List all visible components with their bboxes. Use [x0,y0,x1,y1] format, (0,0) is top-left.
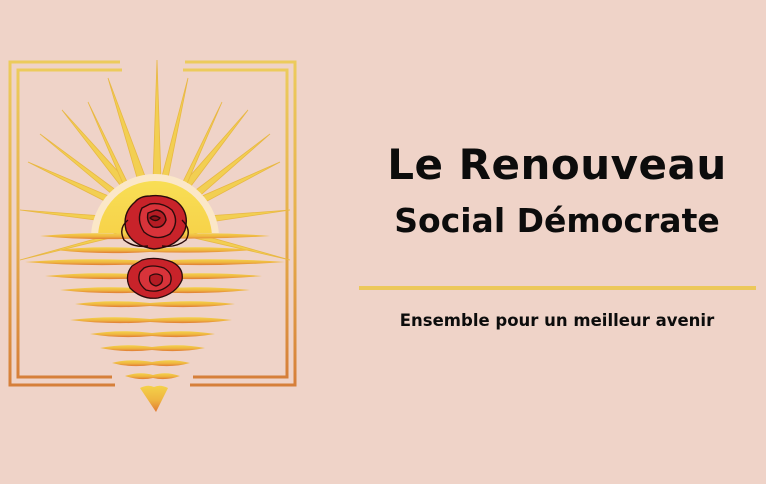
sunset-rose-logo-icon [8,59,297,412]
divider-line [359,286,756,290]
title-line-1: Le Renouveau [387,140,727,189]
tagline: Ensemble pour un meilleur avenir [399,311,715,330]
banner: Le Renouveau Social Démocrate Ensemble p… [0,0,766,484]
title-line-2: Social Démocrate [394,201,720,240]
brand-title: Le Renouveau Social Démocrate [356,140,758,242]
divider [359,286,756,290]
